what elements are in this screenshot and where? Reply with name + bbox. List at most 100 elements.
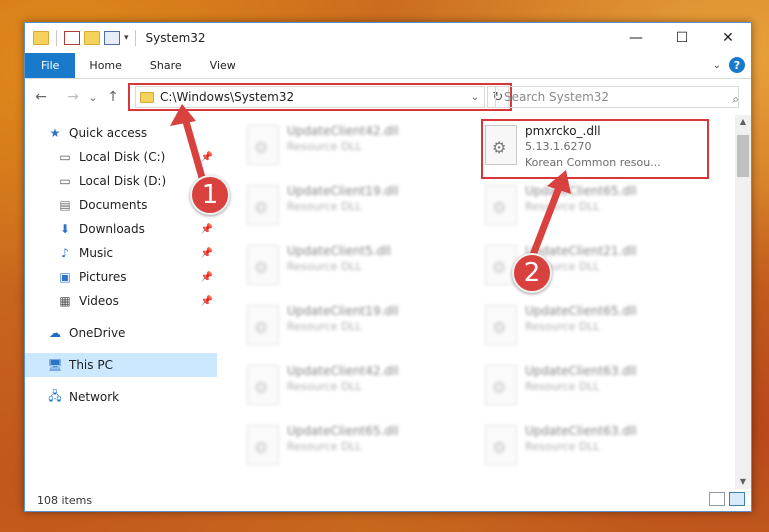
sidebar-item-label: Local Disk (D:) [79, 174, 167, 188]
sidebar-item-downloads[interactable]: ⬇ Downloads 📌 [25, 217, 217, 241]
network-icon: 🖧 [48, 388, 62, 403]
main-content: ★ Quick access ▭ Local Disk (C:) 📌 ▭ Loc… [25, 115, 751, 489]
file-type: Resource DLL [287, 440, 362, 453]
file-tile[interactable]: UpdateClient65.dll Resource DLL [479, 301, 699, 357]
scrollbar-thumb[interactable] [737, 135, 749, 177]
file-type: Resource DLL [525, 380, 600, 393]
file-name: UpdateClient65.dll [525, 304, 637, 318]
window-title: System32 [145, 31, 206, 45]
cloud-icon: ☁ [49, 326, 61, 340]
dll-file-icon [485, 425, 517, 465]
chevron-down-icon[interactable]: ▾ [124, 33, 129, 43]
sidebar-item-quick-access[interactable]: ★ Quick access [25, 121, 217, 145]
videos-icon: ▦ [59, 294, 71, 308]
back-button[interactable]: ← [31, 87, 51, 107]
drive-icon: ▭ [59, 150, 71, 164]
file-tile[interactable]: UpdateClient63.dll Resource DLL [479, 421, 699, 477]
computer-icon: 🖥 [47, 358, 63, 372]
file-name: UpdateClient63.dll [525, 364, 637, 378]
scroll-down-icon[interactable]: ▼ [735, 475, 751, 489]
file-type: Resource DLL [287, 320, 362, 333]
file-type: Resource DLL [287, 380, 362, 393]
music-icon: ♪ [61, 246, 69, 260]
scroll-up-icon[interactable]: ▲ [735, 115, 751, 129]
dll-file-icon [247, 125, 279, 165]
minimize-button[interactable]: — [613, 23, 659, 53]
customize-toolbar-icon[interactable] [104, 31, 120, 45]
sidebar-item-local-disk-d[interactable]: ▭ Local Disk (D:) [25, 169, 217, 193]
file-type: Resource DLL [287, 140, 362, 153]
sidebar-item-this-pc[interactable]: 🖥 This PC [25, 353, 217, 377]
dll-file-icon [247, 425, 279, 465]
sidebar-item-label: Pictures [79, 270, 127, 284]
file-name: UpdateClient42.dll [287, 124, 399, 138]
sidebar-item-label: Downloads [79, 222, 145, 236]
pin-icon[interactable]: 📌 [201, 152, 213, 163]
maximize-button[interactable]: ☐ [659, 23, 705, 53]
step-1-badge: 1 [190, 175, 230, 215]
ribbon-right: ⌄ ? [713, 57, 745, 73]
sidebar-item-pictures[interactable]: ▣ Pictures 📌 [25, 265, 217, 289]
expand-ribbon-icon[interactable]: ⌄ [713, 60, 721, 71]
file-name: UpdateClient63.dll [525, 424, 637, 438]
documents-icon: ▤ [59, 198, 71, 212]
sidebar-item-music[interactable]: ♪ Music 📌 [25, 241, 217, 265]
title-bar: ▾ System32 — ☐ ✕ [25, 23, 751, 53]
tab-home[interactable]: Home [75, 53, 135, 78]
forward-button[interactable]: → [63, 87, 83, 107]
sidebar-item-label: Network [69, 390, 120, 404]
sidebar-item-label: This PC [69, 358, 113, 372]
sidebar-item-label: OneDrive [69, 326, 126, 340]
file-tile[interactable]: UpdateClient63.dll Resource DLL [479, 361, 699, 417]
tab-view[interactable]: View [196, 53, 250, 78]
pin-icon[interactable]: 📌 [201, 296, 213, 307]
sidebar-item-label: Local Disk (C:) [79, 150, 166, 164]
pin-icon[interactable]: 📌 [201, 272, 213, 283]
file-tile[interactable]: UpdateClient19.dll Resource DLL [241, 181, 461, 237]
file-highlight-box [481, 119, 709, 179]
dll-file-icon [247, 185, 279, 225]
tab-file[interactable]: File [25, 53, 76, 78]
view-switcher [709, 492, 745, 506]
pin-icon[interactable]: 📌 [201, 248, 213, 259]
file-tile[interactable]: UpdateClient42.dll Resource DLL [241, 361, 461, 417]
up-button[interactable]: ↑ [103, 87, 123, 107]
tiles-view-icon[interactable] [729, 492, 745, 506]
search-input[interactable]: Search System32 [495, 86, 739, 108]
file-tile[interactable]: UpdateClient65.dll Resource DLL [479, 181, 699, 237]
search-icon[interactable]: ⌕ [732, 92, 739, 107]
file-tile[interactable]: UpdateClient42.dll Resource DLL [241, 121, 461, 177]
file-list: UpdateClient42.dll Resource DLL UpdateCli… [217, 115, 751, 489]
new-folder-icon[interactable] [84, 31, 100, 45]
sidebar-item-network[interactable]: 🖧 Network [25, 385, 217, 409]
dll-file-icon [485, 365, 517, 405]
details-view-icon[interactable] [709, 492, 725, 506]
file-tile[interactable]: UpdateClient5.dll Resource DLL [241, 241, 461, 297]
sidebar-item-label: Documents [79, 198, 148, 212]
close-button[interactable]: ✕ [705, 23, 751, 53]
sidebar-item-onedrive[interactable]: ☁ OneDrive [25, 321, 217, 345]
navigation-bar: ← → ⌄ ↑ C:\Windows\System32 ⌄ ↻ Search S… [25, 79, 751, 115]
sidebar-item-documents[interactable]: ▤ Documents 📌 [25, 193, 217, 217]
quick-access-toolbar: ▾ [33, 30, 129, 46]
file-type: Resource DLL [287, 200, 362, 213]
file-tile[interactable]: UpdateClient19.dll Resource DLL [241, 301, 461, 357]
help-button[interactable]: ? [729, 57, 745, 73]
sidebar-item-videos[interactable]: ▦ Videos 📌 [25, 289, 217, 313]
dll-file-icon [485, 185, 517, 225]
file-tile[interactable]: UpdateClient65.dll Resource DLL [241, 421, 461, 477]
pin-icon[interactable]: 📌 [201, 224, 213, 235]
folder-icon [33, 31, 49, 45]
tab-share[interactable]: Share [136, 53, 196, 78]
file-name: UpdateClient65.dll [287, 424, 399, 438]
star-icon: ★ [49, 126, 61, 140]
recent-locations-button[interactable]: ⌄ [83, 87, 103, 107]
ribbon-tabs: File Home Share View ⌄ ? [25, 53, 751, 79]
vertical-scrollbar[interactable]: ▲ ▼ [735, 115, 751, 489]
navigation-pane: ★ Quick access ▭ Local Disk (C:) 📌 ▭ Loc… [25, 115, 217, 489]
file-type: Resource DLL [287, 260, 362, 273]
properties-icon[interactable] [64, 31, 80, 45]
sidebar-item-local-disk-c[interactable]: ▭ Local Disk (C:) 📌 [25, 145, 217, 169]
